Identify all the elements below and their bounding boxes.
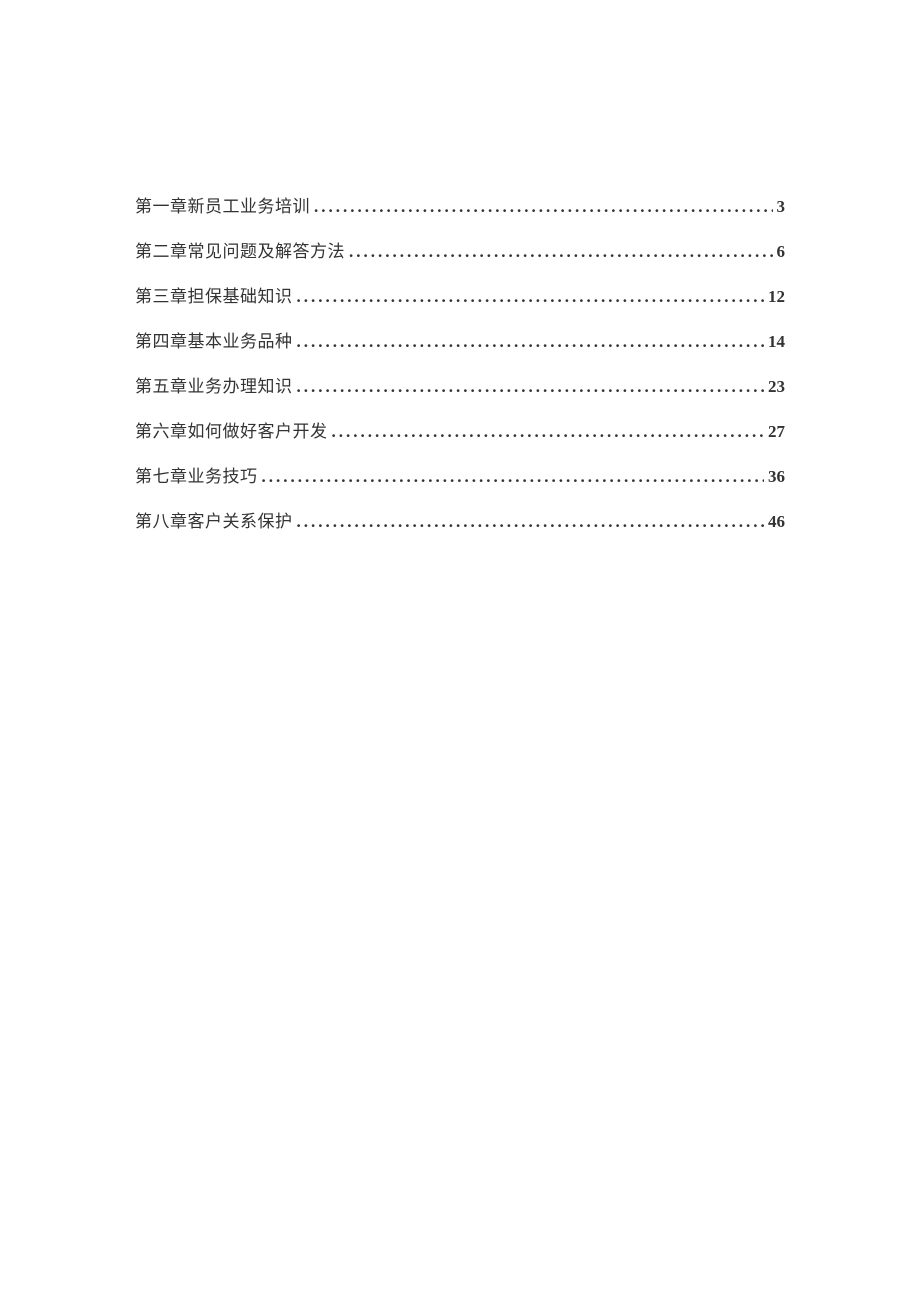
toc-entry: 第六章如何做好客户开发 27	[135, 417, 785, 442]
toc-entry-page: 23	[768, 377, 785, 397]
toc-entry-page: 27	[768, 422, 785, 442]
toc-leader-dots	[297, 332, 765, 352]
toc-entry-page: 3	[777, 197, 786, 217]
toc-entry-title: 第八章客户关系保护	[135, 507, 293, 532]
toc-leader-dots	[349, 242, 773, 262]
toc-entry: 第三章担保基础知识 12	[135, 282, 785, 307]
toc-entry-page: 12	[768, 287, 785, 307]
table-of-contents: 第一章新员工业务培训 3 第二章常见问题及解答方法 6 第三章担保基础知识 12…	[135, 192, 785, 532]
toc-entry-title: 第七章业务技巧	[135, 462, 258, 487]
toc-entry: 第八章客户关系保护 46	[135, 507, 785, 532]
toc-leader-dots	[297, 377, 765, 397]
toc-entry-title: 第五章业务办理知识	[135, 372, 293, 397]
toc-leader-dots	[297, 287, 765, 307]
toc-entry: 第五章业务办理知识 23	[135, 372, 785, 397]
toc-leader-dots	[314, 197, 773, 217]
toc-entry-title: 第一章新员工业务培训	[135, 192, 310, 217]
toc-entry-page: 6	[777, 242, 786, 262]
toc-entry-page: 46	[768, 512, 785, 532]
toc-leader-dots	[332, 422, 765, 442]
toc-entry-page: 36	[768, 467, 785, 487]
toc-entry: 第四章基本业务品种 14	[135, 327, 785, 352]
toc-entry-page: 14	[768, 332, 785, 352]
toc-leader-dots	[297, 512, 765, 532]
toc-entry: 第一章新员工业务培训 3	[135, 192, 785, 217]
toc-leader-dots	[262, 467, 765, 487]
toc-entry: 第七章业务技巧 36	[135, 462, 785, 487]
toc-entry-title: 第二章常见问题及解答方法	[135, 237, 345, 262]
toc-entry-title: 第四章基本业务品种	[135, 327, 293, 352]
document-page: 第一章新员工业务培训 3 第二章常见问题及解答方法 6 第三章担保基础知识 12…	[0, 0, 920, 532]
toc-entry-title: 第三章担保基础知识	[135, 282, 293, 307]
toc-entry-title: 第六章如何做好客户开发	[135, 417, 328, 442]
toc-entry: 第二章常见问题及解答方法 6	[135, 237, 785, 262]
